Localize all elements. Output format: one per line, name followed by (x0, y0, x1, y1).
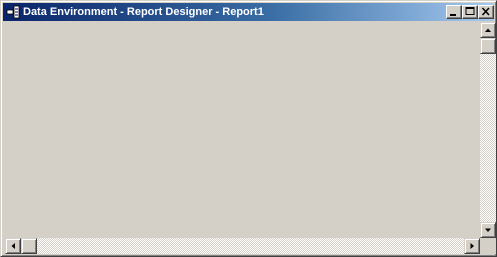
scroll-left-button[interactable] (5, 238, 21, 254)
report-designer-window: Data Environment - Report Designer - Rep… (0, 0, 497, 257)
maximize-button[interactable] (462, 5, 478, 19)
horizontal-scroll-thumb[interactable] (21, 238, 37, 254)
close-button[interactable] (478, 5, 494, 19)
vertical-scrollbar[interactable] (480, 22, 496, 238)
scroll-up-button[interactable] (480, 22, 496, 38)
minimize-button[interactable] (446, 5, 462, 19)
arrow-right-icon (470, 243, 474, 249)
report-designer-icon (6, 5, 20, 19)
arrow-down-icon (485, 228, 491, 232)
maximize-icon (465, 7, 475, 15)
arrow-up-icon (485, 28, 491, 32)
designer-canvas[interactable] (3, 22, 496, 254)
vertical-scroll-thumb[interactable] (480, 38, 496, 54)
arrow-left-icon (11, 243, 15, 249)
scroll-right-button[interactable] (464, 238, 480, 254)
scroll-down-button[interactable] (480, 222, 496, 238)
horizontal-scrollbar[interactable] (5, 238, 480, 254)
scrollbar-corner (480, 238, 496, 254)
window-title: Data Environment - Report Designer - Rep… (23, 6, 264, 18)
minimize-icon (450, 14, 456, 16)
title-bar[interactable]: Data Environment - Report Designer - Rep… (3, 3, 494, 21)
close-icon (481, 7, 490, 16)
